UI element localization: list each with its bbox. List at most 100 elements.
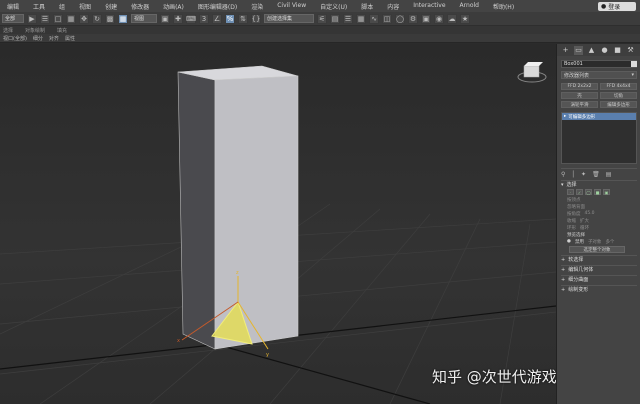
- selection-rollout-header[interactable]: ▾ 选择: [561, 180, 637, 188]
- object-color-swatch[interactable]: [631, 61, 637, 67]
- menu-arnold[interactable]: Arnold: [453, 2, 486, 11]
- menu-edit[interactable]: 编辑: [0, 2, 26, 11]
- snap-3d-icon[interactable]: 3: [199, 13, 209, 24]
- menu-views[interactable]: 视图: [72, 2, 98, 11]
- by-vertex-option[interactable]: 按顶点: [567, 196, 637, 203]
- modifier-list-dropdown[interactable]: 修改器列表 ▾: [561, 71, 637, 79]
- ignore-backfacing-option[interactable]: 忽略背面: [567, 203, 637, 210]
- select-object-icon[interactable]: ▶: [27, 13, 37, 24]
- menu-group[interactable]: 组: [52, 2, 72, 11]
- menu-graph-editors[interactable]: 图形编辑器(D): [191, 2, 244, 11]
- curve-editor-icon[interactable]: ∿: [369, 13, 379, 24]
- scale-icon[interactable]: ▩: [105, 13, 115, 24]
- border-level-icon[interactable]: ◯: [585, 189, 592, 195]
- vertex-level-icon[interactable]: ⋅: [567, 189, 574, 195]
- preview-multi-label[interactable]: 多个: [605, 239, 614, 245]
- create-tab-icon[interactable]: +: [561, 46, 570, 55]
- element-level-icon[interactable]: ▣: [603, 189, 610, 195]
- tab-populate[interactable]: 填充: [57, 27, 67, 34]
- keyboard-shortcut-icon[interactable]: ⌨: [186, 13, 196, 24]
- render-frame-icon[interactable]: ▣: [421, 13, 431, 24]
- schematic-view-icon[interactable]: ◫: [382, 13, 392, 24]
- align-icon[interactable]: ▤: [330, 13, 340, 24]
- pin-stack-icon[interactable]: ⚲: [561, 171, 565, 178]
- select-manipulate-icon[interactable]: ✚: [173, 13, 183, 24]
- edge-level-icon[interactable]: ✓: [576, 189, 583, 195]
- tab-object-paint[interactable]: 对象绘制: [25, 27, 45, 34]
- rollout-edit-geometry[interactable]: + 编辑几何体: [561, 265, 637, 273]
- window-crossing-icon[interactable]: ▦: [66, 13, 76, 24]
- grow-button[interactable]: 扩大: [580, 218, 589, 224]
- menu-scripting[interactable]: 脚本: [354, 2, 380, 11]
- show-end-result-icon[interactable]: │: [571, 171, 575, 178]
- reference-coord-dropdown[interactable]: 视图: [131, 14, 157, 23]
- menu-rendering[interactable]: 渲染: [244, 2, 270, 11]
- angle-snap-icon[interactable]: ∠: [212, 13, 222, 24]
- modifier-stack[interactable]: ▸ 可编辑多边形: [561, 112, 637, 164]
- menu-customize[interactable]: 自定义(U): [313, 2, 354, 11]
- preview-disabled-radio[interactable]: ●: [567, 239, 571, 244]
- menu-civil-view[interactable]: Civil View: [270, 2, 313, 11]
- rect-selection-icon[interactable]: □: [53, 13, 63, 24]
- spinner-snap-icon[interactable]: ⇅: [238, 13, 248, 24]
- menu-modifiers[interactable]: 修改器: [124, 2, 156, 11]
- menu-content[interactable]: 内容: [380, 2, 406, 11]
- select-by-name-icon[interactable]: ☰: [40, 13, 50, 24]
- rollout-soft-selection[interactable]: + 软选择: [561, 255, 637, 263]
- configure-sets-icon[interactable]: ▤: [606, 171, 612, 178]
- expand-arrow-icon[interactable]: ▸: [564, 114, 566, 119]
- polygon-level-icon[interactable]: ■: [594, 189, 601, 195]
- render-cloud-icon[interactable]: ☁: [447, 13, 457, 24]
- rotate-icon[interactable]: ↻: [92, 13, 102, 24]
- box-left-face[interactable]: [177, 71, 216, 350]
- mirror-icon[interactable]: ⚟: [317, 13, 327, 24]
- ffd-222-button[interactable]: FFD 2x2x2: [561, 83, 598, 90]
- pivot-icon[interactable]: ▣: [160, 13, 170, 24]
- rollout-paint-deformation[interactable]: + 绘制变形: [561, 285, 637, 293]
- preview-subobj-label[interactable]: 子对象: [588, 239, 602, 245]
- ring-button[interactable]: 环形: [567, 225, 576, 231]
- tab-selection[interactable]: 选择: [3, 27, 13, 34]
- loop-button[interactable]: 循环: [580, 225, 589, 231]
- render-extra-icon[interactable]: ★: [460, 13, 470, 24]
- display-tab-icon[interactable]: ■: [613, 46, 622, 55]
- selection-filter-dropdown[interactable]: 全部: [2, 14, 24, 23]
- menu-tools[interactable]: 工具: [26, 2, 52, 11]
- scene-explorer-icon[interactable]: ▦: [356, 13, 366, 24]
- stack-item-editable-poly[interactable]: ▸ 可编辑多边形: [562, 113, 636, 120]
- percent-snap-icon[interactable]: %: [225, 13, 235, 24]
- menu-interactive[interactable]: Interactive: [406, 2, 452, 11]
- menu-help[interactable]: 帮助(H): [486, 2, 521, 11]
- hierarchy-tab-icon[interactable]: ▲: [587, 46, 596, 55]
- select-whole-object-button[interactable]: 选定整个对象: [569, 246, 625, 253]
- named-selection-dropdown[interactable]: 创建选择集: [264, 14, 314, 23]
- rollout-subdivision-surface[interactable]: + 细分曲面: [561, 275, 637, 283]
- select-place-icon[interactable]: ▦: [118, 13, 128, 24]
- motion-tab-icon[interactable]: ●: [600, 46, 609, 55]
- by-angle-option[interactable]: 按角度: [567, 211, 581, 217]
- menu-animation[interactable]: 动画(A): [156, 2, 191, 11]
- angle-value[interactable]: 45.0: [585, 211, 595, 216]
- edit-named-sel-icon[interactable]: {}: [251, 13, 261, 24]
- edit-poly-button[interactable]: 编辑多边形: [600, 101, 637, 108]
- remove-modifier-icon[interactable]: 🗑: [592, 171, 600, 178]
- make-unique-icon[interactable]: ✦: [581, 171, 586, 178]
- shell-button[interactable]: 壳: [561, 92, 598, 99]
- layer-explorer-icon[interactable]: ☰: [343, 13, 353, 24]
- turbosmooth-button[interactable]: 涡轮平滑: [561, 101, 598, 108]
- viewport-label[interactable]: 视口(全部): [3, 35, 27, 42]
- utilities-tab-icon[interactable]: ⚒: [626, 46, 635, 55]
- material-editor-icon[interactable]: ◯: [395, 13, 405, 24]
- modify-tab-icon[interactable]: ▭: [574, 45, 583, 55]
- properties-label[interactable]: 属性: [65, 35, 75, 42]
- box-front-face[interactable]: [214, 75, 299, 350]
- perspective-viewport[interactable]: z y x 知乎 @次世代游戏建模: [0, 44, 556, 404]
- object-name-field[interactable]: Box001: [561, 60, 637, 68]
- shrink-button[interactable]: 收缩: [567, 218, 576, 224]
- align-label[interactable]: 对齐: [49, 35, 59, 42]
- viewcube-icon[interactable]: [517, 62, 547, 83]
- chamfer-button[interactable]: 切角: [600, 92, 637, 99]
- menu-create[interactable]: 创建: [98, 2, 124, 11]
- subdivision-label[interactable]: 细分: [33, 35, 43, 42]
- ffd-444-button[interactable]: FFD 4x4x4: [600, 83, 637, 90]
